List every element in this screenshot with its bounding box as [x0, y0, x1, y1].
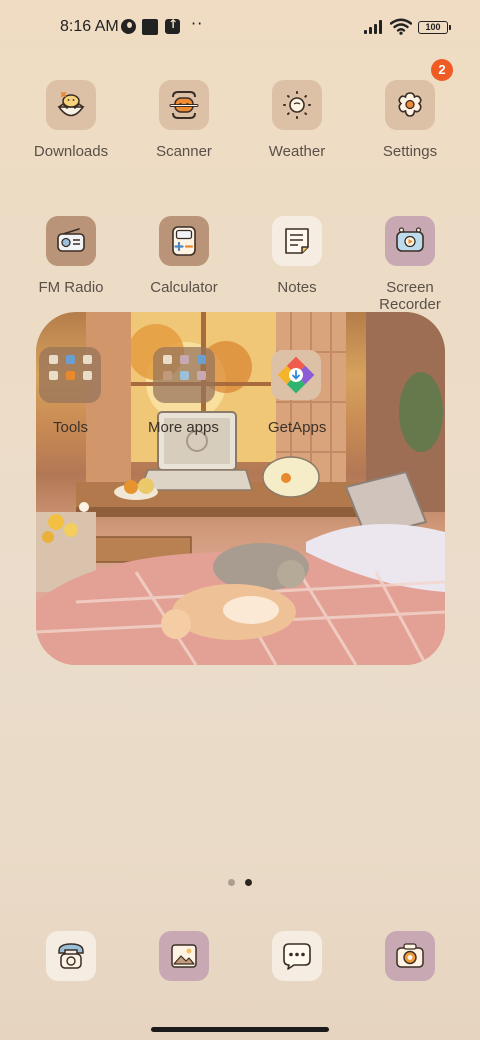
folder-label: Tools	[53, 419, 89, 436]
app-label: Downloads	[33, 143, 109, 160]
notes-icon	[272, 216, 322, 266]
radio-icon	[46, 216, 96, 266]
app-label: FM Radio	[38, 279, 104, 296]
app-label: Settings	[382, 143, 438, 160]
page-dot-2-active[interactable]	[245, 879, 252, 886]
app-label: Scanner	[156, 143, 212, 160]
app-label: Weather	[268, 143, 326, 160]
tools-folder-icon[interactable]	[39, 347, 101, 403]
scanner-icon	[159, 80, 209, 130]
downloads-icon	[46, 80, 96, 130]
notification-icon	[121, 19, 136, 34]
more-dots-icon: ··	[191, 14, 204, 33]
messages-icon[interactable]	[272, 931, 322, 981]
app-label: GetApps	[268, 419, 327, 436]
app-label: Screen Recorder	[379, 279, 441, 313]
folder-label: More apps	[148, 419, 219, 436]
settings-icon	[385, 80, 435, 130]
app-downloads[interactable]: Downloads	[16, 80, 126, 160]
gallery-icon[interactable]	[159, 931, 209, 981]
signal-icon	[364, 20, 386, 34]
camera-icon[interactable]	[385, 931, 435, 981]
app-screen-recorder[interactable]: Screen Recorder	[355, 216, 465, 313]
status-time: 8:16 AM	[60, 18, 119, 35]
wallpaper-widget[interactable]: Tools More apps GetApps	[36, 312, 445, 665]
square-notification-icon	[142, 19, 158, 35]
app-fm-radio[interactable]: FM Radio	[16, 216, 126, 296]
weather-icon	[272, 80, 322, 130]
getapps-icon[interactable]	[271, 350, 321, 400]
app-weather[interactable]: Weather	[242, 80, 352, 160]
app-settings[interactable]: Settings	[355, 80, 465, 160]
battery-icon: 100	[418, 21, 451, 34]
app-label: Calculator	[150, 279, 218, 296]
app-calculator[interactable]: Calculator	[129, 216, 239, 296]
more-apps-folder-icon[interactable]	[153, 347, 215, 403]
calculator-icon	[159, 216, 209, 266]
screen-recorder-icon	[385, 216, 435, 266]
page-dot-1[interactable]	[228, 879, 235, 886]
upload-notification-icon	[165, 17, 180, 34]
app-scanner[interactable]: Scanner	[129, 80, 239, 160]
wifi-icon	[390, 18, 412, 35]
home-indicator[interactable]	[151, 1027, 329, 1032]
app-label: Notes	[277, 279, 317, 296]
status-bar: 8:16 AM ·· 100	[0, 0, 480, 56]
phone-icon[interactable]	[46, 931, 96, 981]
settings-badge: 2	[431, 59, 453, 81]
app-notes[interactable]: Notes	[242, 216, 352, 296]
